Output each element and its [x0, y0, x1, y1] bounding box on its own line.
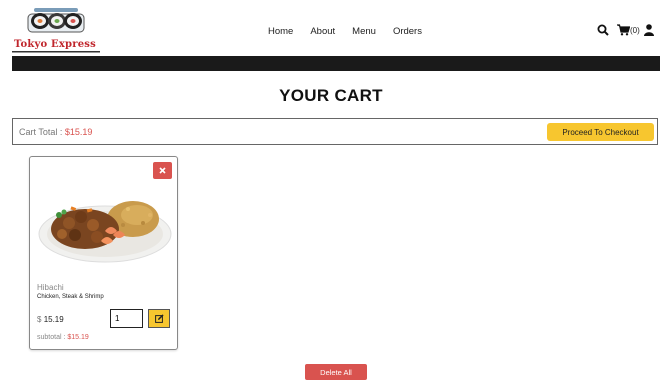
- header-icons: (0): [597, 22, 654, 38]
- user-icon[interactable]: [643, 24, 654, 36]
- site-header: Tokyo Express Home About Menu Orders (0): [0, 0, 662, 56]
- proceed-to-checkout-button[interactable]: Proceed To Checkout: [547, 123, 654, 141]
- item-description: Chicken, Steak & Shrimp: [37, 294, 104, 300]
- cart-total-bar: Cart Total : $15.19 Proceed To Checkout: [12, 118, 658, 145]
- cart-total-label: Cart Total :: [19, 127, 65, 137]
- main-nav: Home About Menu Orders: [268, 26, 422, 37]
- brand-underline: [12, 51, 100, 53]
- brand-name: Tokyo Express: [14, 39, 96, 50]
- search-icon[interactable]: [597, 24, 609, 36]
- delete-all-button[interactable]: Delete All: [305, 364, 367, 380]
- quantity-input[interactable]: [110, 309, 143, 328]
- subtotal-label: subtotal :: [37, 334, 68, 341]
- header-divider-bar: [12, 56, 660, 71]
- price-currency: $: [37, 315, 42, 324]
- item-subtotal: subtotal : $15.19: [37, 334, 89, 341]
- remove-item-button[interactable]: [153, 162, 172, 179]
- cart-total: Cart Total : $15.19: [19, 127, 92, 137]
- page-title: YOUR CART: [279, 86, 383, 105]
- nav-home[interactable]: Home: [268, 26, 293, 37]
- cart-item-card: Hibachi Chicken, Steak & Shrimp $ 15.19 …: [29, 156, 178, 350]
- cart-count[interactable]: (0): [630, 26, 640, 35]
- item-food-image: [38, 201, 172, 263]
- item-name: Hibachi: [37, 283, 64, 292]
- nav-menu[interactable]: Menu: [352, 26, 376, 37]
- subtotal-value: $15.19: [67, 334, 89, 341]
- edit-icon: [154, 314, 164, 323]
- cart-icon[interactable]: [617, 24, 630, 36]
- sushi-logo-icon: [27, 8, 85, 33]
- brand-logo[interactable]: Tokyo Express: [12, 8, 102, 53]
- price-value: 15.19: [43, 315, 64, 324]
- cart-total-value: $15.19: [64, 127, 93, 137]
- update-quantity-button[interactable]: [148, 309, 170, 328]
- nav-about[interactable]: About: [310, 26, 335, 37]
- item-price: $ 15.19: [37, 315, 64, 324]
- close-icon: [159, 167, 166, 174]
- nav-orders[interactable]: Orders: [393, 26, 422, 37]
